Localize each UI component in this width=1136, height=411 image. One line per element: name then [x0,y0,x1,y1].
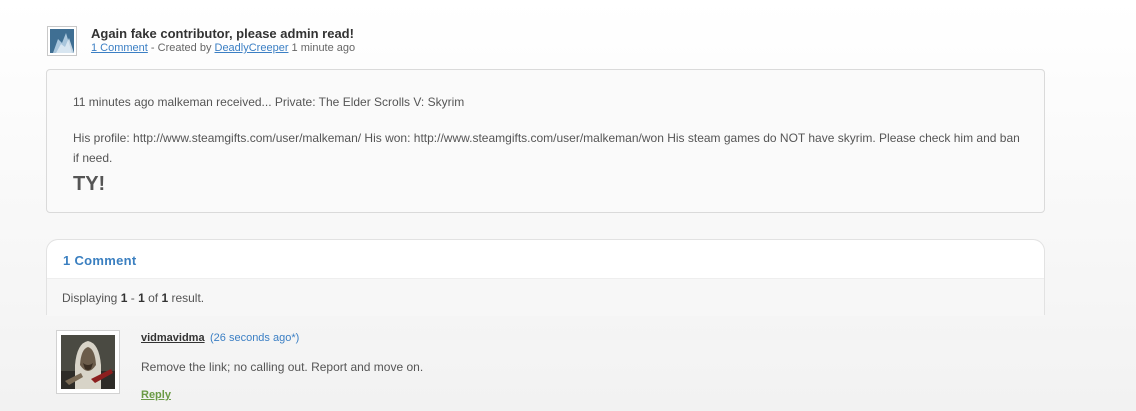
post-text-line-1: 11 minutes ago malkeman received... Priv… [73,95,465,109]
comment-author-avatar[interactable] [56,330,120,394]
created-by-label: - Created by [147,42,215,54]
display-prefix: Displaying [62,291,121,305]
range-end: 1 [138,291,145,305]
assassin-avatar-icon [61,335,115,389]
thread-meta: 1 Comment - Created by DeadlyCreeper 1 m… [91,42,355,54]
thread-title: Again fake contributor, please admin rea… [91,26,354,41]
post-body: 11 minutes ago malkeman received... Priv… [46,69,1045,213]
comment-time: (26 seconds ago*) [210,332,300,344]
thread-author-avatar[interactable] [47,26,77,56]
comments-pagination-bar: Displaying 1 - 1 of 1 result. [47,278,1044,316]
comment-author-link[interactable]: vidmavidma [141,332,205,344]
comment-text: Remove the link; no calling out. Report … [141,360,424,374]
comments-count-link[interactable]: 1 Comment [91,42,148,54]
comments-display-count: Displaying 1 - 1 of 1 result. [62,291,204,305]
thread-header: Again fake contributor, please admin rea… [47,26,1047,58]
result-suffix: result. [168,291,205,305]
thread-time: 1 minute ago [288,42,356,54]
of-text: of [144,291,162,305]
post-text-line-2: His profile: http://www.steamgifts.com/u… [73,131,1020,165]
user-avatar-icon [50,29,74,53]
comment-item: vidmavidma (26 seconds ago*) Remove the … [56,330,1036,411]
post-emphasis: TY! [73,173,106,195]
comments-header: 1 Comment [63,253,137,268]
range-separator: - [127,291,139,305]
comments-panel: 1 Comment Displaying 1 - 1 of 1 result. [46,239,1045,316]
reply-button[interactable]: Reply [141,389,171,401]
thread-author-link[interactable]: DeadlyCreeper [215,42,289,54]
